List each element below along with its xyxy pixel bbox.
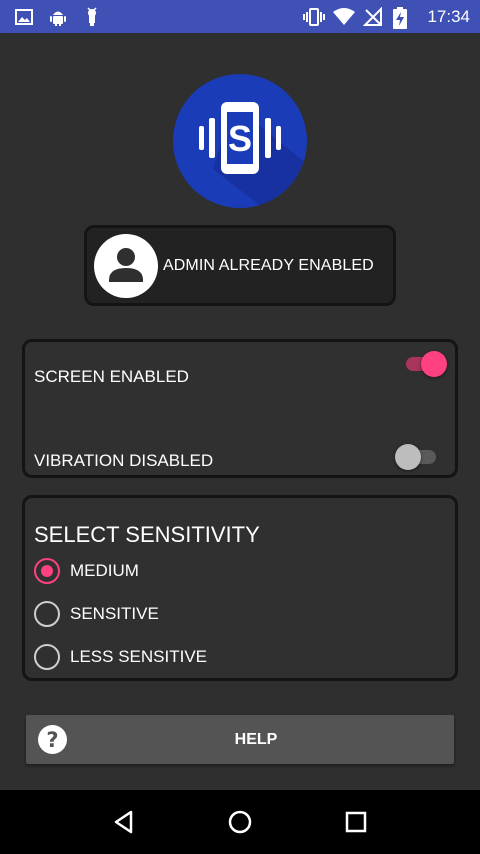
status-left-icons [14, 6, 102, 27]
recents-icon[interactable] [336, 802, 376, 842]
radio-option-sensitive[interactable]: SENSITIVE [34, 601, 159, 627]
vibration-toggle-thumb [395, 444, 421, 470]
help-button-label: HELP [234, 730, 278, 748]
radio-label-sensitive: SENSITIVE [70, 604, 159, 623]
radio-label-medium: MEDIUM [70, 561, 139, 580]
status-bar: 17:34 [0, 0, 480, 33]
status-right-icons: 17:34 [303, 6, 470, 29]
wifi-icon [333, 7, 356, 27]
admin-button[interactable]: ADMIN ALREADY ENABLED [84, 225, 396, 306]
radio-checked-icon [34, 558, 60, 584]
home-icon[interactable] [220, 802, 260, 842]
vibration-toggle-label: VIBRATION DISABLED [34, 451, 214, 470]
battery-charging-icon [393, 6, 413, 29]
vibrating-phone-logo-icon: S [199, 102, 307, 208]
no-signal-icon [363, 6, 383, 27]
status-time: 17:34 [427, 6, 470, 26]
vibrate-icon [303, 7, 326, 27]
screen-toggle-label: SCREEN ENABLED [34, 367, 189, 386]
sensitivity-title: SELECT SENSITIVITY [34, 522, 260, 547]
sensitivity-card: SELECT SENSITIVITY MEDIUM SENSITIVE LESS… [22, 495, 458, 681]
app-logo: S [173, 74, 307, 208]
user-avatar-icon [94, 233, 158, 298]
image-icon [14, 7, 34, 27]
android-icon [48, 7, 68, 27]
radio-option-less-sensitive[interactable]: LESS SENSITIVE [34, 644, 207, 670]
logo-letter: S [228, 118, 252, 159]
radio-option-medium[interactable]: MEDIUM [34, 558, 139, 584]
screen-toggle-thumb [421, 351, 447, 377]
help-button[interactable]: ? HELP [26, 715, 454, 764]
admin-button-label: ADMIN ALREADY ENABLED [163, 256, 374, 274]
android-debug-icon [82, 6, 102, 27]
screen-toggle-switch[interactable] [401, 350, 447, 378]
back-icon[interactable] [104, 802, 144, 842]
radio-unchecked-icon [34, 644, 60, 670]
vibration-toggle-switch[interactable] [395, 443, 441, 471]
toggles-card: SCREEN ENABLED VIBRATION DISABLED [22, 339, 458, 478]
radio-unchecked-icon [34, 601, 60, 627]
navigation-bar [0, 790, 480, 854]
radio-label-less-sensitive: LESS SENSITIVE [70, 647, 207, 666]
